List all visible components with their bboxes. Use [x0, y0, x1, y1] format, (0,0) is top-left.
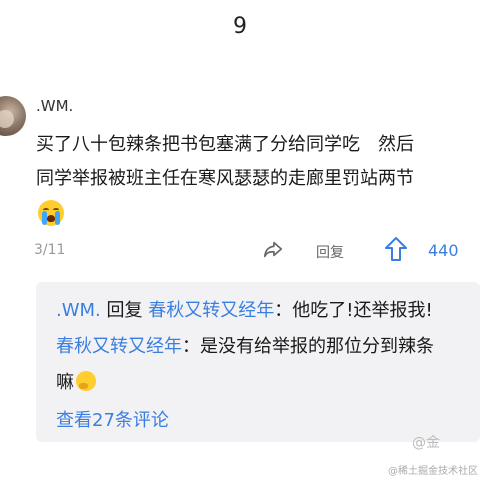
- share-icon[interactable]: [262, 238, 284, 260]
- reply-author[interactable]: 春秋又转又经年: [56, 336, 182, 357]
- comment-line-1: 买了八十包辣条把书包塞满了分给同学吃 然后: [36, 134, 414, 155]
- reply-item-continued: 嘛: [56, 368, 96, 394]
- thinking-emoji-icon: [76, 371, 96, 391]
- comment-meta-row: 3/11 回复 440: [0, 236, 480, 264]
- reply-word: 回复: [106, 300, 143, 321]
- reply-button[interactable]: 回复: [316, 242, 344, 262]
- upvote-icon[interactable]: [384, 236, 408, 262]
- comment-date: 3/11: [34, 242, 66, 258]
- reply-target[interactable]: 春秋又转又经年: [148, 300, 274, 321]
- crying-emoji-icon: [38, 200, 64, 226]
- comment-body: 买了八十包辣条把书包塞满了分给同学吃 然后 同学举报被班主任在寒风瑟瑟的走廊里罚…: [36, 128, 480, 196]
- reply-text-cont: 嘛: [56, 372, 74, 393]
- juejin-watermark: @稀土掘金技术社区: [388, 466, 478, 477]
- view-all-comments-link[interactable]: 查看27条评论: [56, 406, 169, 432]
- reply-author[interactable]: .WM.: [56, 300, 101, 321]
- reply-item[interactable]: 春秋又转又经年：是没有给举报的那位分到辣条: [56, 332, 434, 358]
- replies-panel: .WM. 回复 春秋又转又经年：他吃了!还举报我! 春秋又转又经年：是没有给举报…: [36, 282, 480, 442]
- reply-text: ：他吃了!还举报我!: [274, 300, 433, 321]
- weibo-watermark: @金: [412, 435, 440, 451]
- reply-item[interactable]: .WM. 回复 春秋又转又经年：他吃了!还举报我!: [56, 296, 433, 322]
- page-number: 9: [233, 14, 247, 39]
- vote-count: 440: [428, 241, 459, 260]
- avatar[interactable]: [0, 96, 26, 136]
- reply-text: ：是没有给举报的那位分到辣条: [182, 336, 434, 357]
- comment-line-2: 同学举报被班主任在寒风瑟瑟的走廊里罚站两节: [36, 168, 414, 189]
- comment-username[interactable]: .WM.: [36, 97, 73, 115]
